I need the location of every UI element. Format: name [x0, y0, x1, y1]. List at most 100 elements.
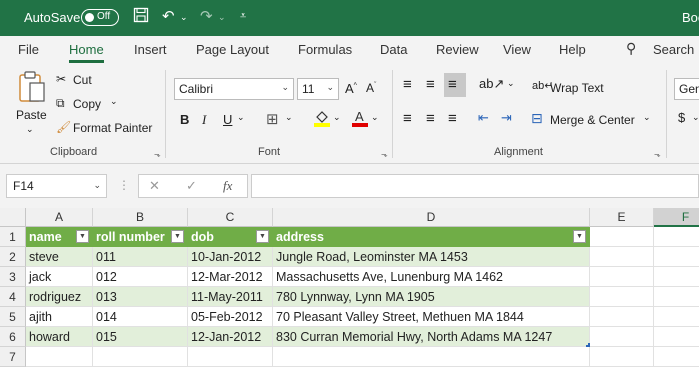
tab-formulas[interactable]: Formulas [298, 42, 352, 57]
align-right-icon[interactable]: ≡ [448, 110, 457, 127]
cell[interactable]: jack [26, 267, 93, 287]
cell[interactable] [654, 247, 699, 267]
row-header[interactable]: 2 [0, 247, 26, 267]
filter-dropdown-icon[interactable]: ▼ [256, 230, 269, 243]
name-box[interactable]: F14 ⌄ [6, 174, 107, 198]
font-launcher-icon[interactable]: ⬎ [381, 150, 388, 159]
cell[interactable]: Massachusetts Ave, Lunenburg MA 1462 [273, 267, 590, 287]
column-header-f[interactable]: F [654, 208, 699, 227]
select-all-corner[interactable] [0, 208, 26, 227]
cut-button[interactable]: Cut [73, 73, 92, 87]
tab-page-layout[interactable]: Page Layout [196, 42, 269, 57]
alignment-launcher-icon[interactable]: ⬎ [654, 150, 661, 159]
column-header-d[interactable]: D [273, 208, 590, 227]
cell[interactable] [26, 347, 93, 367]
cell[interactable]: howard [26, 327, 93, 347]
cell[interactable]: 11-May-2011 [188, 287, 273, 307]
column-header-b[interactable]: B [93, 208, 188, 227]
cell[interactable] [273, 347, 590, 367]
header-cell[interactable]: dob ▼ [188, 227, 273, 247]
header-cell[interactable]: name ▼ [26, 227, 93, 247]
merge-center-button[interactable]: Merge & Center [550, 113, 635, 127]
header-cell[interactable]: address ▼ [273, 227, 590, 247]
paste-dropdown-icon[interactable]: ⌄ [26, 124, 34, 135]
orientation-icon[interactable]: ab↗ [479, 76, 504, 92]
insert-function-icon[interactable]: fx [223, 178, 232, 194]
cell[interactable] [590, 267, 654, 287]
cut-icon[interactable]: ✂ [56, 72, 66, 86]
cell[interactable]: 12-Mar-2012 [188, 267, 273, 287]
copy-dropdown-icon[interactable]: ⌄ [110, 96, 118, 107]
merge-center-icon[interactable]: ⊟ [531, 110, 543, 127]
cell[interactable] [590, 347, 654, 367]
filter-dropdown-icon[interactable]: ▼ [573, 230, 586, 243]
top-align-icon[interactable]: ≡ [403, 76, 412, 93]
fill-color-icon[interactable] [314, 109, 330, 130]
more-options-icon[interactable]: ⋮ [118, 178, 130, 192]
clipboard-launcher-icon[interactable]: ⬎ [154, 150, 161, 159]
search-box[interactable]: Search [653, 42, 694, 57]
cell[interactable] [654, 347, 699, 367]
bottom-align-button[interactable]: ≡ [444, 73, 466, 97]
currency-dropdown-icon[interactable]: ⌄ [692, 112, 699, 123]
tab-data[interactable]: Data [380, 42, 407, 57]
column-header-c[interactable]: C [188, 208, 273, 227]
formula-input[interactable] [251, 174, 699, 198]
decrease-indent-icon[interactable]: ⇤ [478, 110, 489, 126]
underline-dropdown-icon[interactable]: ⌄ [237, 112, 245, 123]
format-painter-button[interactable]: Format Painter [73, 121, 152, 135]
cell[interactable] [590, 227, 654, 247]
cell[interactable]: 013 [93, 287, 188, 307]
cell[interactable]: Jungle Road, Leominster MA 1453 [273, 247, 590, 267]
row-header[interactable]: 6 [0, 327, 26, 347]
format-painter-icon[interactable]: 🖌 [56, 120, 71, 134]
cell[interactable] [93, 347, 188, 367]
cell[interactable] [654, 327, 699, 347]
cell[interactable]: 70 Pleasant Valley Street, Methuen MA 18… [273, 307, 590, 327]
cell[interactable]: 012 [93, 267, 188, 287]
font-size-box[interactable]: 11 ⌄ [297, 78, 339, 100]
italic-icon[interactable]: I [202, 112, 206, 128]
cancel-icon[interactable]: ✕ [149, 178, 160, 194]
cell[interactable]: 014 [93, 307, 188, 327]
row-header[interactable]: 5 [0, 307, 26, 327]
decrease-font-icon[interactable]: Aˇ [366, 81, 376, 95]
undo-icon[interactable]: ↶ [162, 7, 175, 25]
cell[interactable] [654, 287, 699, 307]
currency-icon[interactable]: $ [678, 110, 685, 125]
row-header[interactable]: 7 [0, 347, 26, 367]
cell[interactable] [188, 347, 273, 367]
cell[interactable] [590, 327, 654, 347]
wrap-text-button[interactable]: Wrap Text [550, 81, 604, 95]
tab-review[interactable]: Review [436, 42, 479, 57]
cell[interactable]: rodriguez [26, 287, 93, 307]
cell[interactable]: ajith [26, 307, 93, 327]
cell[interactable] [654, 267, 699, 287]
cell[interactable]: 12-Jan-2012 [188, 327, 273, 347]
tab-help[interactable]: Help [559, 42, 586, 57]
column-header-e[interactable]: E [590, 208, 654, 227]
font-color-icon[interactable]: A [352, 109, 368, 130]
bold-icon[interactable]: B [180, 112, 189, 127]
column-header-a[interactable]: A [26, 208, 93, 227]
cell[interactable] [654, 307, 699, 327]
header-cell[interactable]: roll number ▼ [93, 227, 188, 247]
filter-dropdown-icon[interactable]: ▼ [171, 230, 184, 243]
redo-dropdown-icon[interactable]: ⌄ [218, 12, 226, 23]
copy-button[interactable]: Copy [73, 97, 101, 111]
cell[interactable]: 015 [93, 327, 188, 347]
cell[interactable]: 10-Jan-2012 [188, 247, 273, 267]
save-icon[interactable] [133, 7, 149, 27]
undo-dropdown-icon[interactable]: ⌄ [180, 12, 188, 23]
underline-icon[interactable]: U [223, 112, 232, 127]
increase-font-icon[interactable]: A^ [345, 81, 357, 96]
search-icon[interactable]: ⚲ [626, 40, 636, 57]
align-left-icon[interactable]: ≡ [403, 110, 412, 127]
row-header[interactable]: 4 [0, 287, 26, 307]
font-name-box[interactable]: Calibri ⌄ [174, 78, 294, 100]
tab-file[interactable]: File [18, 42, 39, 57]
tab-insert[interactable]: Insert [134, 42, 167, 57]
cell[interactable]: 780 Lynnway, Lynn MA 1905 [273, 287, 590, 307]
filter-dropdown-icon[interactable]: ▼ [76, 230, 89, 243]
cell[interactable] [590, 307, 654, 327]
